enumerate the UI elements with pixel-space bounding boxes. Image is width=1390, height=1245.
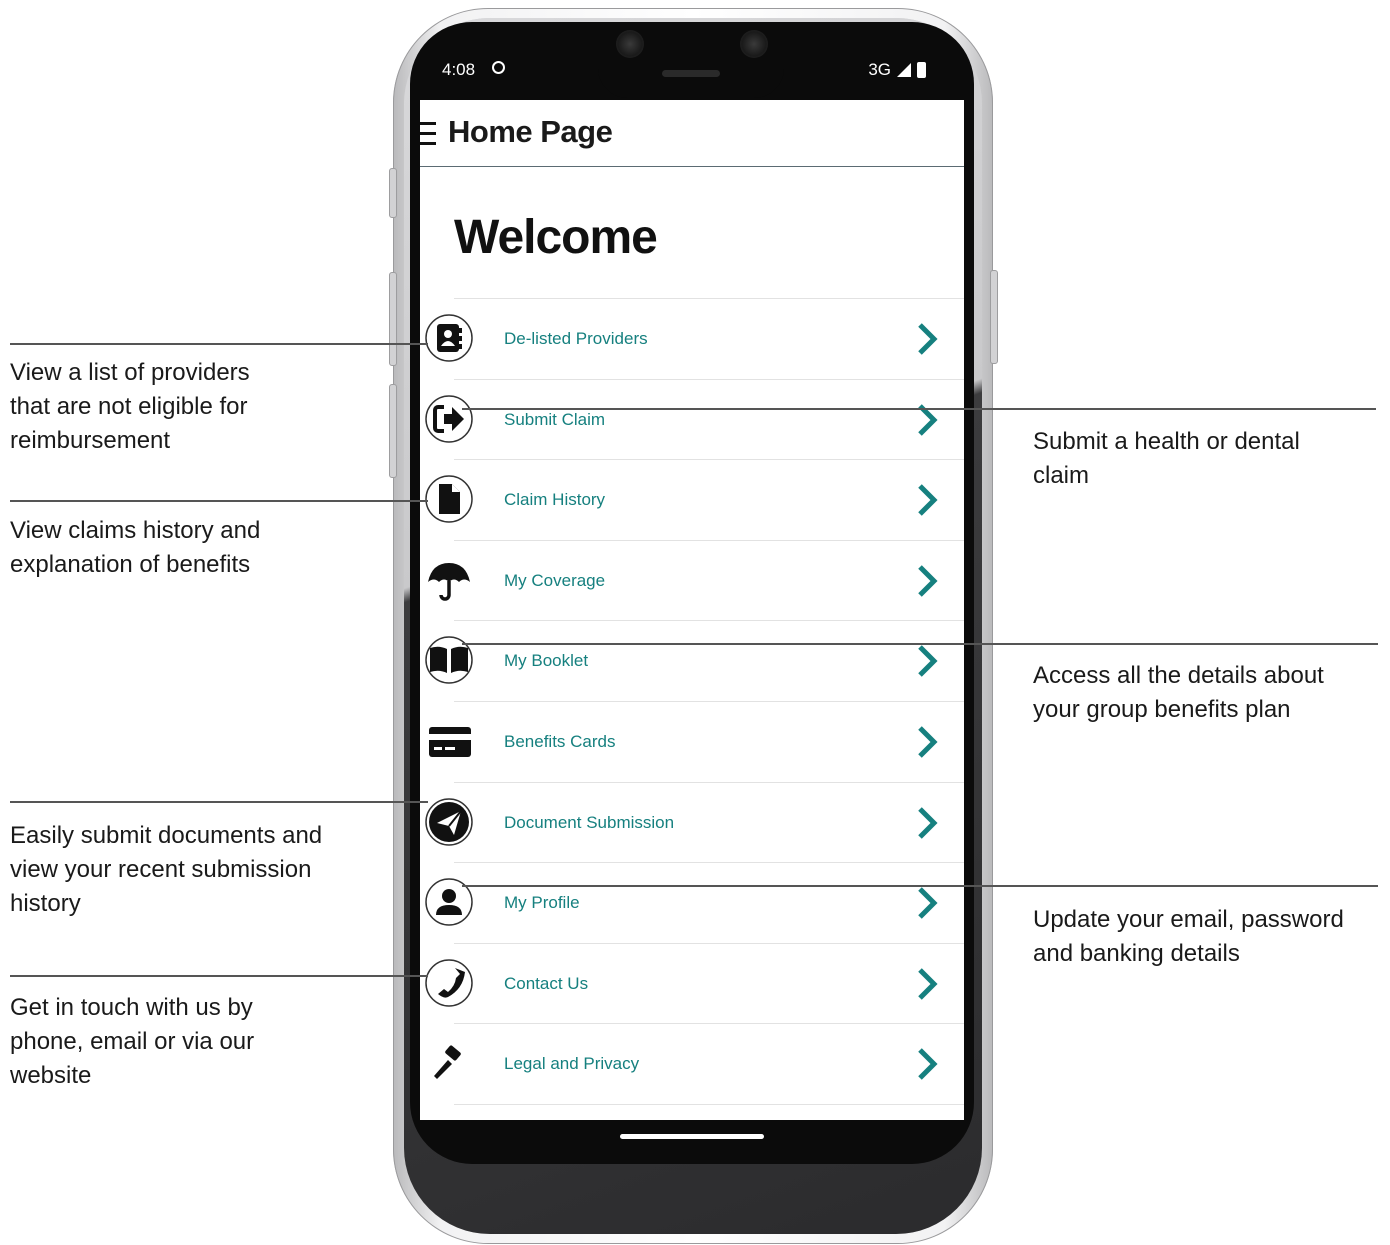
menu-item-my-profile[interactable]: My Profile: [425, 862, 964, 943]
status-indicators: 3G: [868, 60, 926, 80]
main-menu: De-listed Providers Submit Claim Claim H…: [420, 298, 964, 1105]
menu-item-benefits-cards[interactable]: Benefits Cards: [429, 700, 964, 782]
paper-plane-icon: [425, 797, 473, 846]
callout-line: [10, 801, 428, 803]
gavel-icon: [434, 1045, 461, 1080]
status-time: 4:08: [442, 60, 476, 79]
chevron-right-icon: [918, 403, 938, 436]
chevron-right-icon: [918, 323, 938, 355]
status-bar: 4:08 3G: [420, 40, 964, 98]
menu-item-label: Claim History: [504, 490, 606, 510]
menu-item-my-booklet[interactable]: My Booklet: [425, 620, 964, 701]
network-type: 3G: [868, 60, 891, 79]
menu-item-my-coverage[interactable]: My Coverage: [428, 539, 964, 621]
menu-item-submit-claim[interactable]: Submit Claim: [425, 378, 964, 460]
chevron-right-icon: [918, 1048, 938, 1081]
phone-power-button: [990, 270, 998, 364]
app-screen: Home Page Welcome De-listed Providers Su…: [420, 100, 964, 1120]
document-icon: [425, 475, 473, 523]
menu-item-contact-us[interactable]: Contact Us: [425, 942, 964, 1024]
phone-side-button: [389, 168, 397, 218]
chevron-right-icon: [918, 967, 938, 1000]
callout-line: [462, 885, 1378, 887]
callout-documents: Easily submit documents and view your rec…: [10, 822, 323, 917]
welcome-heading: Welcome: [454, 211, 658, 264]
menu-item-label: Submit Claim: [504, 409, 606, 429]
chevron-right-icon: [918, 565, 938, 597]
callout-profile: Update your email, password and banking d…: [1033, 906, 1344, 967]
menu-item-delisted-providers[interactable]: De-listed Providers: [425, 298, 964, 379]
menu-item-label: Document Submission: [504, 812, 675, 832]
phone-volume-button: [389, 272, 397, 366]
menu-item-label: My Booklet: [504, 651, 589, 671]
menu-item-label: My Profile: [504, 893, 580, 913]
menu-item-label: Contact Us: [504, 973, 589, 993]
chevron-right-icon: [918, 887, 938, 919]
chevron-right-icon: [918, 806, 938, 839]
menu-item-document-submission[interactable]: Document Submission: [425, 781, 964, 863]
phone-icon: [425, 959, 473, 1007]
sign-out-arrow-icon: [425, 394, 473, 443]
menu-item-label: De-listed Providers: [504, 329, 648, 348]
callout-line: [10, 975, 428, 977]
page-title: Home Page: [448, 114, 613, 149]
callout-line: [10, 500, 428, 502]
callout-providers: View a list of providers that are not eli…: [10, 359, 250, 454]
signal-icon: [897, 63, 911, 77]
callout-submit-claim: Submit a health or dental claim: [1033, 428, 1300, 489]
menu-item-claim-history[interactable]: Claim History: [425, 459, 964, 540]
app-bar: Home Page: [420, 100, 964, 167]
callout-line: [462, 408, 1376, 410]
chevron-right-icon: [918, 484, 938, 516]
callout-claim-history: View claims history and explanation of be…: [10, 517, 261, 578]
hamburger-menu-icon[interactable]: [420, 122, 436, 146]
battery-icon: [917, 62, 926, 78]
menu-item-label: Legal and Privacy: [504, 1054, 640, 1074]
callout-booklet: Access all the details about your group b…: [1033, 662, 1324, 723]
callout-line: [10, 343, 428, 345]
menu-item-legal-privacy[interactable]: Legal and Privacy: [434, 1023, 964, 1105]
callout-contact: Get in touch with us by phone, email or v…: [10, 994, 255, 1089]
callout-line: [462, 643, 1378, 645]
menu-item-label: Benefits Cards: [504, 731, 616, 751]
credit-card-icon: [429, 726, 471, 757]
chevron-right-icon: [918, 726, 938, 758]
address-book-icon: [425, 314, 473, 362]
menu-item-label: My Coverage: [504, 570, 606, 590]
notification-icon: [492, 61, 505, 74]
umbrella-icon: [428, 562, 470, 601]
home-indicator: [620, 1134, 764, 1139]
chevron-right-icon: [918, 645, 938, 678]
phone-volume-button: [389, 384, 397, 478]
